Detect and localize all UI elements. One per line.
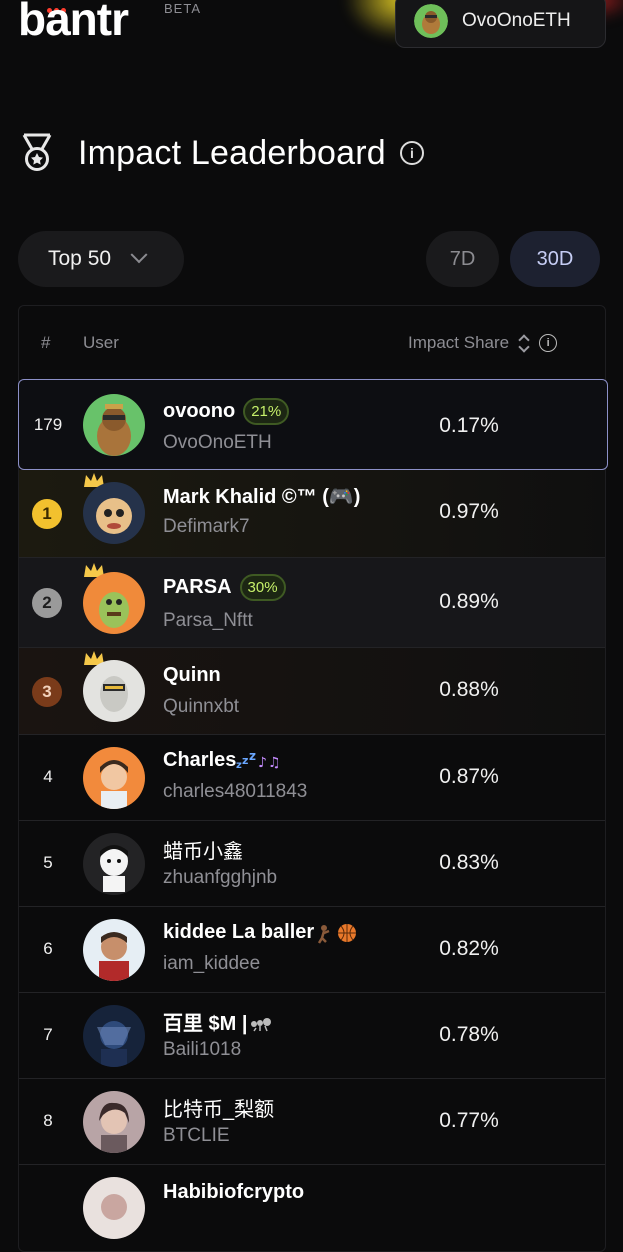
user-name: PARSA bbox=[163, 576, 232, 598]
svg-text:♪: ♪ bbox=[258, 755, 267, 771]
range-7d-button[interactable]: 7D bbox=[426, 231, 499, 287]
avatar bbox=[83, 1005, 145, 1067]
table-row[interactable]: Habibiofcrypto bbox=[19, 1165, 605, 1251]
user-name: Mark Khalid ©™ (🎮) bbox=[163, 486, 361, 508]
user-name: 百里 $M | bbox=[163, 1013, 248, 1035]
user-name: kiddee La baller bbox=[163, 921, 315, 943]
avatar bbox=[83, 1091, 145, 1153]
user-display-name: Charles z z z ♪ ♫ bbox=[163, 749, 282, 772]
user-name: 比特币_梨额 bbox=[163, 1099, 275, 1121]
column-impact-share-label: Impact Share bbox=[408, 333, 510, 352]
account-name: OvoOnoETH bbox=[462, 10, 571, 31]
user-handle: Baili1018 bbox=[163, 1039, 242, 1060]
info-icon[interactable]: i bbox=[539, 334, 558, 352]
percentage-badge: 30% bbox=[239, 574, 286, 601]
rank: 179 bbox=[33, 415, 63, 434]
medal-icon bbox=[22, 133, 52, 171]
user-display-name: 百里 $M | bbox=[163, 1007, 274, 1036]
account-button[interactable]: OvoOnoETH bbox=[395, 0, 606, 48]
impact-share: 0.78% bbox=[439, 1023, 499, 1046]
avatar bbox=[83, 482, 145, 544]
column-rank: # bbox=[41, 333, 51, 352]
table-row[interactable]: 8 比特币_梨额 BTCLIE 0.77% bbox=[19, 1079, 605, 1165]
info-icon[interactable]: i bbox=[399, 141, 424, 165]
user-handle: zhuanfgghjnb bbox=[163, 867, 278, 888]
impact-share: 0.82% bbox=[439, 937, 499, 960]
leaderboard-table: # User Impact Share i 179 ovoono 21% Ovo… bbox=[18, 305, 608, 1252]
rank: 5 bbox=[43, 853, 53, 872]
account-avatar bbox=[414, 4, 448, 38]
rank-badge-silver: 2 bbox=[32, 588, 62, 618]
range-30d-button[interactable]: 30D bbox=[510, 231, 600, 287]
user-handle: Parsa_Nftt bbox=[163, 610, 253, 631]
beta-tag: BETA bbox=[164, 1, 201, 16]
rank: 6 bbox=[43, 939, 53, 958]
percentage-badge: 21% bbox=[243, 398, 290, 425]
avatar bbox=[83, 660, 145, 722]
sleep-music-emoji-icon: z z z ♪ ♫ bbox=[236, 751, 281, 771]
avatar bbox=[83, 1177, 145, 1239]
rank-badge-gold: 1 bbox=[32, 499, 62, 529]
user-name: ovoono bbox=[163, 400, 236, 422]
impact-share: 0.89% bbox=[439, 590, 499, 613]
user-name: Quinn bbox=[163, 664, 221, 686]
user-display-name: ovoono 21% bbox=[163, 398, 290, 425]
user-display-name: kiddee La baller bbox=[163, 921, 360, 944]
user-handle: OvoOnoETH bbox=[163, 432, 272, 453]
basketball-emoji-icon bbox=[318, 923, 357, 944]
user-handle: BTCLIE bbox=[163, 1125, 230, 1146]
impact-share: 0.88% bbox=[439, 678, 499, 701]
table-row[interactable]: 6 kiddee La baller iam_kiddee 0.82% bbox=[19, 907, 605, 993]
svg-text:z: z bbox=[242, 754, 248, 767]
avatar bbox=[83, 572, 145, 634]
brand-logo[interactable]: bantr bbox=[18, 0, 129, 42]
top-count-label: Top 50 bbox=[48, 247, 112, 270]
rank: 8 bbox=[43, 1111, 53, 1130]
user-name: 蜡币小鑫 bbox=[163, 841, 243, 863]
impact-share: 0.83% bbox=[439, 851, 499, 874]
impact-share: 0.97% bbox=[439, 500, 499, 523]
table-row[interactable]: 1 Mark Khalid ©™ (🎮) Defimark7 0.97% bbox=[19, 470, 605, 558]
avatar bbox=[83, 833, 145, 895]
user-handle: Quinnxbt bbox=[163, 696, 240, 717]
page-header: Impact Leaderboard i bbox=[20, 133, 424, 173]
user-handle: Defimark7 bbox=[163, 516, 250, 537]
svg-text:♫: ♫ bbox=[268, 755, 281, 771]
top-count-select[interactable]: Top 50 bbox=[18, 231, 184, 287]
table-row[interactable]: 4 Charles z z z ♪ ♫ charles48011843 0.87… bbox=[19, 735, 605, 821]
table-row[interactable]: 5 蜡币小鑫 zhuanfgghjnb 0.83% bbox=[19, 821, 605, 907]
impact-share: 0.17% bbox=[439, 414, 499, 437]
table-row[interactable]: 2 PARSA 30% Parsa_Nftt 0.89% bbox=[19, 558, 605, 648]
user-handle: charles48011843 bbox=[163, 781, 308, 802]
current-user-row[interactable]: 179 ovoono 21% OvoOnoETH 0.17% bbox=[18, 379, 608, 470]
rank: 4 bbox=[43, 767, 53, 786]
impact-share: 0.87% bbox=[439, 765, 499, 788]
chevron-down-icon bbox=[130, 246, 148, 264]
avatar bbox=[83, 919, 145, 981]
user-display-name: PARSA 30% bbox=[163, 574, 286, 601]
impact-share: 0.77% bbox=[439, 1109, 499, 1132]
table-row[interactable]: 7 百里 $M | Baili1018 0.78% bbox=[19, 993, 605, 1079]
table-header: # User Impact Share i bbox=[19, 306, 605, 379]
column-user: User bbox=[83, 333, 119, 352]
page-title: Impact Leaderboard bbox=[78, 133, 386, 172]
avatar bbox=[83, 747, 145, 809]
user-handle: iam_kiddee bbox=[163, 953, 261, 974]
avatar bbox=[83, 394, 145, 456]
user-name: Charles bbox=[163, 749, 237, 771]
column-impact-share[interactable]: Impact Share i bbox=[408, 333, 558, 353]
table-row[interactable]: 3 Quinn Quinnxbt 0.88% bbox=[19, 648, 605, 735]
ant-emoji-icon bbox=[250, 1017, 271, 1031]
svg-text:z: z bbox=[249, 751, 256, 763]
rank-badge-bronze: 3 bbox=[32, 677, 62, 707]
user-name: Habibiofcrypto bbox=[163, 1181, 305, 1203]
sort-icon[interactable] bbox=[519, 335, 529, 351]
rank: 7 bbox=[43, 1025, 53, 1044]
